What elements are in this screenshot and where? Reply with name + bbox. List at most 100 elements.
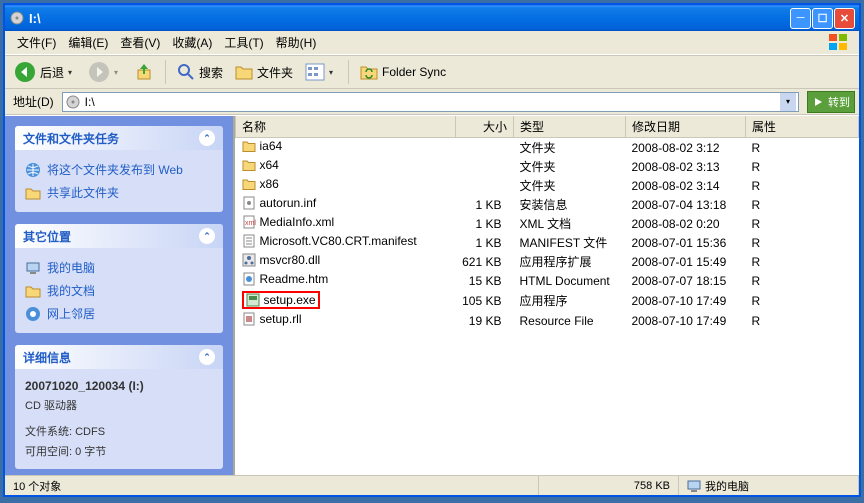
views-dropdown-icon[interactable]: ▾ xyxy=(329,68,337,77)
task-label: 将这个文件夹发布到 Web xyxy=(47,161,183,178)
menu-tools[interactable]: 工具(T) xyxy=(218,33,269,53)
file-attr: R xyxy=(746,290,859,311)
drive-icon xyxy=(9,10,25,26)
address-dropdown-button[interactable]: ▾ xyxy=(780,93,796,111)
file-modified: 2008-07-10 17:49 xyxy=(626,311,746,330)
go-button[interactable]: 转到 xyxy=(807,91,855,113)
menu-help[interactable]: 帮助(H) xyxy=(270,33,323,53)
collapse-icon[interactable]: ⌃ xyxy=(199,349,215,365)
window-title: I:\ xyxy=(29,11,790,26)
folder-sync-button[interactable]: Folder Sync xyxy=(355,59,451,85)
col-size[interactable]: 大小 xyxy=(456,116,514,138)
close-button[interactable]: ✕ xyxy=(834,8,855,29)
col-name[interactable]: 名称 xyxy=(236,116,456,138)
details-freespace: 可用空间: 0 字节 xyxy=(25,441,213,461)
file-type: 应用程序 xyxy=(514,290,626,311)
file-modified: 2008-07-07 18:15 xyxy=(626,271,746,290)
place-label: 网上邻居 xyxy=(47,305,95,322)
computer-icon xyxy=(687,479,701,493)
file-size: 1 KB xyxy=(456,195,514,214)
views-button[interactable]: ▾ xyxy=(300,59,342,85)
file-list-view[interactable]: 名称 大小 类型 修改日期 属性 ia64文件夹2008-08-02 3:12R… xyxy=(233,116,859,475)
folders-icon xyxy=(235,64,253,80)
details-header[interactable]: 详细信息 ⌃ xyxy=(15,345,223,369)
table-row[interactable]: Readme.htm15 KBHTML Document2008-07-07 1… xyxy=(236,271,859,290)
address-value: I:\ xyxy=(85,95,780,109)
file-modified: 2008-08-02 3:13 xyxy=(626,157,746,176)
file-modified: 2008-08-02 0:20 xyxy=(626,214,746,233)
back-dropdown-icon[interactable]: ▾ xyxy=(68,68,76,77)
table-row[interactable]: x64文件夹2008-08-02 3:13R xyxy=(236,157,859,176)
globe-icon xyxy=(25,162,41,178)
statusbar: 10 个对象 758 KB 我的电脑 xyxy=(5,475,859,495)
folder-icon xyxy=(242,158,256,172)
tasks-header[interactable]: 文件和文件夹任务 ⌃ xyxy=(15,126,223,150)
task-label: 共享此文件夹 xyxy=(47,184,119,201)
file-modified: 2008-07-04 13:18 xyxy=(626,195,746,214)
table-row[interactable]: msvcr80.dll621 KB应用程序扩展2008-07-01 15:49R xyxy=(236,252,859,271)
file-size: 1 KB xyxy=(456,233,514,252)
status-size: 758 KB xyxy=(539,476,679,495)
place-my-documents[interactable]: 我的文档 xyxy=(25,279,213,302)
dll-icon xyxy=(242,253,256,267)
table-row[interactable]: xmlMediaInfo.xml1 KBXML 文档2008-08-02 0:2… xyxy=(236,214,859,233)
file-type: Resource File xyxy=(514,311,626,330)
explorer-window: I:\ ─ ☐ ✕ 文件(F) 编辑(E) 查看(V) 收藏(A) 工具(T) … xyxy=(3,3,861,497)
collapse-icon[interactable]: ⌃ xyxy=(199,130,215,146)
file-type: 安装信息 xyxy=(514,195,626,214)
place-my-computer[interactable]: 我的电脑 xyxy=(25,256,213,279)
col-attributes[interactable]: 属性 xyxy=(746,116,859,138)
table-row[interactable]: setup.rll19 KBResource File2008-07-10 17… xyxy=(236,311,859,330)
folder-icon xyxy=(242,177,256,191)
task-share-folder[interactable]: 共享此文件夹 xyxy=(25,181,213,204)
file-name: setup.exe xyxy=(264,293,316,307)
table-row[interactable]: autorun.inf1 KB安装信息2008-07-04 13:18R xyxy=(236,195,859,214)
tasks-title: 文件和文件夹任务 xyxy=(23,130,119,147)
search-button[interactable]: 搜索 xyxy=(172,59,228,85)
file-size: 15 KB xyxy=(456,271,514,290)
table-row[interactable]: ia64文件夹2008-08-02 3:12R xyxy=(236,138,859,158)
addressbar: 地址(D) I:\ ▾ 转到 xyxy=(5,89,859,115)
forward-button[interactable]: ▾ xyxy=(83,59,127,85)
address-input[interactable]: I:\ ▾ xyxy=(62,92,799,112)
file-type: 应用程序扩展 xyxy=(514,252,626,271)
col-modified[interactable]: 修改日期 xyxy=(626,116,746,138)
menu-view[interactable]: 查看(V) xyxy=(114,33,166,53)
place-label: 我的电脑 xyxy=(47,259,95,276)
file-name: ia64 xyxy=(260,139,283,153)
menu-edit[interactable]: 编辑(E) xyxy=(62,33,114,53)
table-row[interactable]: x86文件夹2008-08-02 3:14R xyxy=(236,176,859,195)
file-name: msvcr80.dll xyxy=(260,253,321,267)
maximize-button[interactable]: ☐ xyxy=(812,8,833,29)
menu-favorites[interactable]: 收藏(A) xyxy=(166,33,218,53)
folders-button[interactable]: 文件夹 xyxy=(230,59,298,85)
collapse-icon[interactable]: ⌃ xyxy=(199,228,215,244)
file-modified: 2008-08-02 3:12 xyxy=(626,138,746,158)
back-button[interactable]: 后退 ▾ xyxy=(9,59,81,85)
menu-file[interactable]: 文件(F) xyxy=(11,33,62,53)
folder-icon xyxy=(242,139,256,153)
up-button[interactable] xyxy=(129,59,159,85)
forward-dropdown-icon[interactable]: ▾ xyxy=(114,68,122,77)
forward-icon xyxy=(88,61,110,83)
minimize-button[interactable]: ─ xyxy=(790,8,811,29)
search-icon xyxy=(177,63,195,81)
file-type: 文件夹 xyxy=(514,176,626,195)
table-row[interactable]: Microsoft.VC80.CRT.manifest1 KBMANIFEST … xyxy=(236,233,859,252)
file-attr: R xyxy=(746,214,859,233)
col-type[interactable]: 类型 xyxy=(514,116,626,138)
place-network[interactable]: 网上邻居 xyxy=(25,302,213,325)
table-row[interactable]: setup.exe105 KB应用程序2008-07-10 17:49R xyxy=(236,290,859,311)
file-name: MediaInfo.xml xyxy=(260,215,335,229)
exe-icon xyxy=(246,293,260,307)
file-name: x86 xyxy=(260,177,279,191)
file-modified: 2008-08-02 3:14 xyxy=(626,176,746,195)
folder-sync-icon xyxy=(360,64,378,80)
places-title: 其它位置 xyxy=(23,228,71,245)
file-attr: R xyxy=(746,157,859,176)
task-publish-web[interactable]: 将这个文件夹发布到 Web xyxy=(25,158,213,181)
places-header[interactable]: 其它位置 ⌃ xyxy=(15,224,223,248)
inf-icon xyxy=(242,196,256,210)
file-type: XML 文档 xyxy=(514,214,626,233)
file-name: x64 xyxy=(260,158,279,172)
